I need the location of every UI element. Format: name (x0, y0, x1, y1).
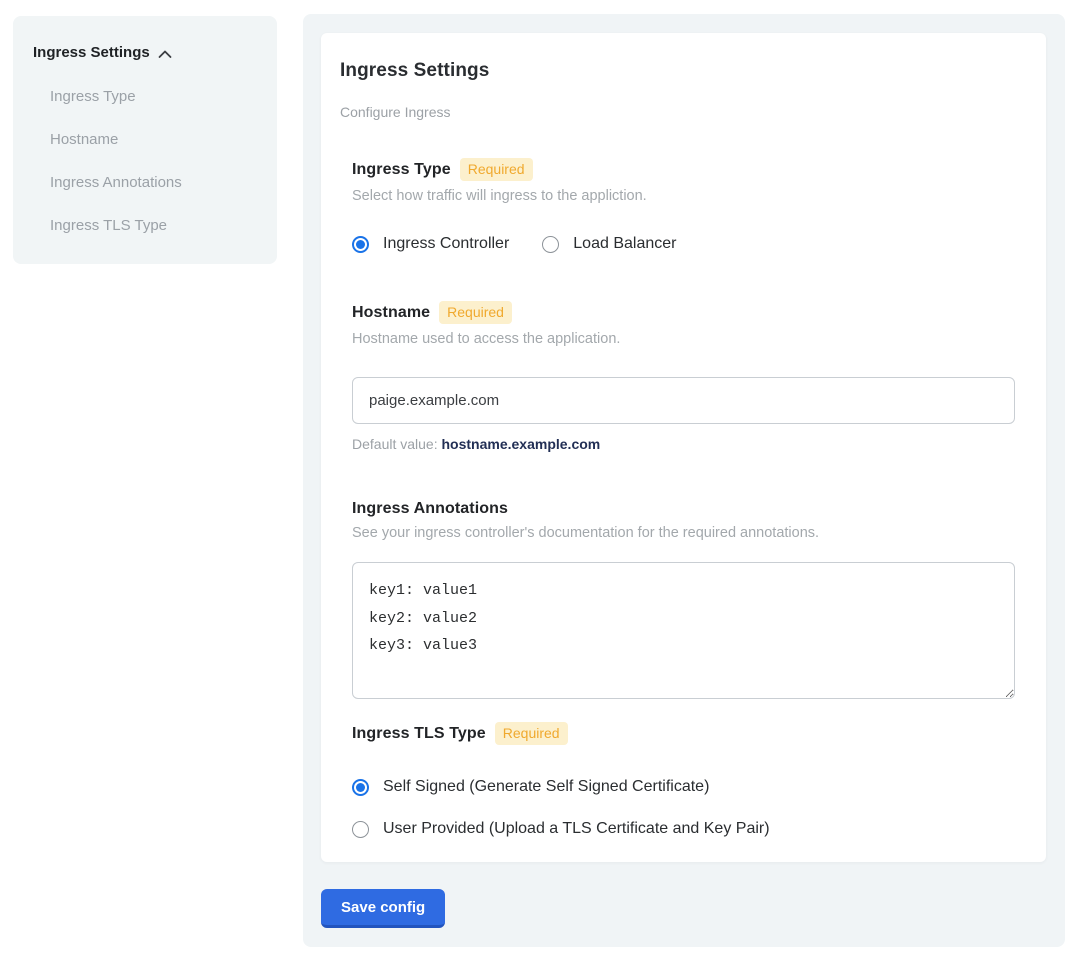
hostname-input[interactable] (352, 377, 1015, 424)
radio-load-balancer[interactable]: Load Balancer (542, 235, 676, 253)
required-badge: Required (460, 158, 533, 181)
ingress-type-radio-group: Ingress Controller Load Balancer (352, 235, 1015, 253)
ingress-type-label: Ingress Type (352, 161, 451, 179)
hostname-default-line: Default value: hostname.example.com (352, 436, 1015, 452)
hostname-label: Hostname (352, 304, 430, 322)
sidebar-item-hostname[interactable]: Hostname (50, 131, 257, 148)
radio-button-icon[interactable] (542, 236, 559, 253)
hostname-section: Hostname Required Hostname used to acces… (352, 301, 1015, 452)
hostname-help: Hostname used to access the application. (352, 331, 1015, 347)
page-subtitle: Configure Ingress (340, 104, 1015, 120)
chevron-up-icon (158, 49, 172, 59)
ingress-annotations-help: See your ingress controller's documentat… (352, 525, 1015, 541)
page-title: Ingress Settings (340, 60, 1015, 82)
ingress-annotations-section: Ingress Annotations See your ingress con… (352, 500, 1015, 699)
ingress-type-help: Select how traffic will ingress to the a… (352, 188, 1015, 204)
ingress-tls-type-section: Ingress TLS Type Required Self Signed (G… (352, 722, 1015, 838)
radio-user-provided[interactable]: User Provided (Upload a TLS Certificate … (352, 820, 1015, 838)
settings-sidebar: Ingress Settings Ingress Type Hostname I… (13, 16, 277, 264)
ingress-tls-type-label: Ingress TLS Type (352, 725, 486, 743)
default-value-text: hostname.example.com (442, 436, 601, 452)
sidebar-item-ingress-tls-type[interactable]: Ingress TLS Type (50, 217, 257, 234)
sidebar-section-ingress-settings[interactable]: Ingress Settings (33, 44, 257, 61)
ingress-settings-card: Ingress Settings Configure Ingress Ingre… (321, 33, 1046, 862)
radio-button-icon[interactable] (352, 236, 369, 253)
sidebar-item-ingress-type[interactable]: Ingress Type (50, 88, 257, 105)
save-config-button[interactable]: Save config (321, 889, 445, 928)
default-value-label: Default value: (352, 436, 438, 452)
required-badge: Required (495, 722, 568, 745)
required-badge: Required (439, 301, 512, 324)
ingress-type-section: Ingress Type Required Select how traffic… (352, 158, 1015, 253)
radio-ingress-controller[interactable]: Ingress Controller (352, 235, 509, 253)
sidebar-item-list: Ingress Type Hostname Ingress Annotation… (50, 88, 257, 234)
ingress-annotations-textarea[interactable]: key1: value1 key2: value2 key3: value3 (352, 562, 1015, 699)
sidebar-section-title: Ingress Settings (33, 44, 150, 61)
ingress-settings-panel: Ingress Settings Configure Ingress Ingre… (303, 14, 1065, 947)
tls-type-radio-group: Self Signed (Generate Self Signed Certif… (352, 778, 1015, 838)
ingress-annotations-label: Ingress Annotations (352, 500, 508, 518)
radio-button-icon[interactable] (352, 821, 369, 838)
sidebar-item-ingress-annotations[interactable]: Ingress Annotations (50, 174, 257, 191)
radio-self-signed[interactable]: Self Signed (Generate Self Signed Certif… (352, 778, 1015, 796)
radio-button-icon[interactable] (352, 779, 369, 796)
